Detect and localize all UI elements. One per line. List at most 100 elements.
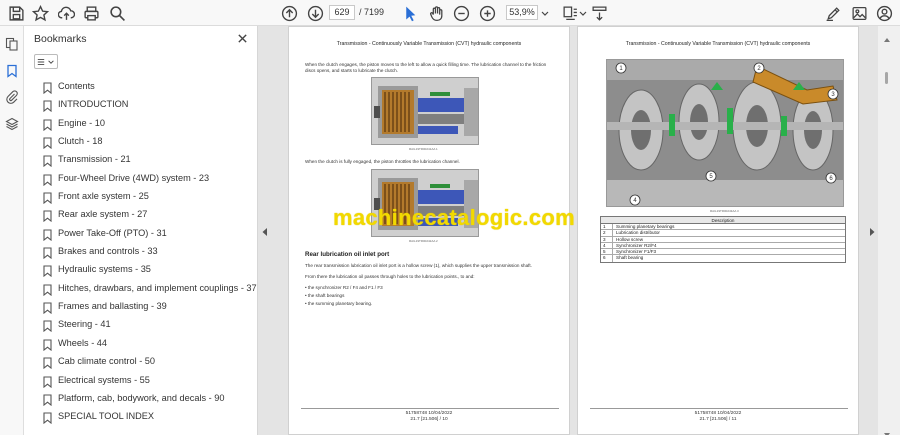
zoom-level-input[interactable]: 53,9% bbox=[506, 5, 538, 20]
bookmark-item[interactable]: Hitches, drawbars, and implement couplin… bbox=[24, 280, 258, 298]
bookmark-label: Wheels - 44 bbox=[58, 337, 108, 348]
bookmark-item[interactable]: Hydraulic systems - 35 bbox=[24, 261, 258, 279]
bookmark-item[interactable]: Power Take-Off (PTO) - 31 bbox=[24, 225, 258, 243]
bookmarks-panel: Bookmarks Contents INTRODUCTION Engine - 1… bbox=[24, 26, 258, 435]
scrollbar-thumb[interactable] bbox=[885, 72, 888, 84]
bookmark-ribbon-icon bbox=[43, 411, 52, 425]
legend-description: Summing planetary bearings bbox=[616, 224, 675, 229]
paragraph: When the clutch engages, the piston move… bbox=[305, 62, 547, 73]
page-thumbnails-icon[interactable] bbox=[4, 36, 20, 52]
main-toolbar: 629 / 7199 53,9% bbox=[0, 0, 900, 26]
previous-page-icon[interactable] bbox=[279, 3, 299, 23]
watermark-text: machinecatalogic.com bbox=[333, 205, 575, 230]
attachments-paperclip-icon[interactable] bbox=[4, 89, 20, 105]
hand-tool-icon[interactable] bbox=[426, 3, 446, 23]
vertical-scrollbar[interactable] bbox=[878, 26, 900, 435]
scroll-up-arrow-icon[interactable] bbox=[883, 30, 891, 42]
legend-description: Hollow screw bbox=[616, 236, 644, 242]
upload-cloud-icon[interactable] bbox=[56, 3, 76, 23]
bookmark-ribbon-icon bbox=[43, 283, 52, 296]
zoom-out-icon[interactable] bbox=[451, 3, 471, 23]
bookmark-label: Steering - 41 bbox=[58, 319, 111, 330]
bookmark-label: Clutch - 18 bbox=[58, 136, 103, 147]
bookmark-label: Cab climate control - 50 bbox=[58, 356, 156, 367]
account-icon[interactable] bbox=[874, 3, 894, 23]
bullet-item: • the synchronizer R2 / F4 and F1 / F3 bbox=[305, 285, 383, 290]
bookmark-label: Brakes and controls - 33 bbox=[58, 246, 158, 257]
legend-table: Description 1 Summing planetary bearings 2… bbox=[600, 216, 846, 263]
chevron-down-icon bbox=[48, 59, 54, 64]
scroll-down-arrow-icon[interactable] bbox=[883, 425, 891, 435]
pdf-viewer-window: 629 / 7199 53,9% Bookmarks Contents INTR… bbox=[0, 0, 900, 435]
search-icon[interactable] bbox=[107, 3, 127, 23]
bookmark-item[interactable]: Engine - 10 bbox=[24, 115, 258, 133]
bookmark-item[interactable]: Wheels - 44 bbox=[24, 335, 258, 353]
bookmark-item[interactable]: Clutch - 18 bbox=[24, 133, 258, 151]
zoom-dropdown-chevron-icon[interactable] bbox=[540, 3, 550, 23]
bookmark-item[interactable]: Rear axle system - 27 bbox=[24, 206, 258, 224]
bookmark-item[interactable]: Brakes and controls - 33 bbox=[24, 243, 258, 261]
footer-divider bbox=[590, 408, 848, 409]
bookmark-star-icon[interactable] bbox=[30, 3, 50, 23]
fit-page-icon[interactable] bbox=[560, 3, 580, 23]
footer-page-number: 21.7 [21.506] / 11 bbox=[699, 417, 737, 422]
page-left-arrow-icon[interactable] bbox=[261, 224, 269, 236]
figure-code-label: RAIL19TR00243AA 3 bbox=[710, 209, 739, 213]
bookmark-options-button[interactable] bbox=[34, 54, 58, 69]
navigation-rail bbox=[0, 26, 24, 435]
page-number-input[interactable]: 629 bbox=[329, 5, 355, 20]
bookmark-ribbon-icon bbox=[43, 375, 52, 388]
bookmark-item[interactable]: Frames and ballasting - 39 bbox=[24, 298, 258, 316]
bookmark-ribbon-icon bbox=[43, 246, 52, 260]
bookmark-ribbon-icon bbox=[43, 319, 52, 333]
page-right-arrow-icon[interactable] bbox=[868, 224, 876, 236]
bookmark-label: SPECIAL TOOL INDEX bbox=[58, 411, 154, 422]
footer-page-number: 21.7 [21.506] / 10 bbox=[410, 417, 448, 422]
legend-number: 2 bbox=[601, 230, 613, 236]
next-page-icon[interactable] bbox=[305, 3, 325, 23]
save-icon[interactable] bbox=[6, 3, 26, 23]
bookmark-label: Frames and ballasting - 39 bbox=[58, 301, 167, 312]
figure-code-label: RAIL19TR00242AA 2 bbox=[409, 239, 438, 243]
bookmark-item[interactable]: Transmission - 21 bbox=[24, 151, 258, 169]
bullet-item: • the summing planetary bearing. bbox=[305, 301, 373, 306]
sign-pen-icon[interactable] bbox=[823, 3, 843, 23]
bookmark-label: Contents bbox=[58, 81, 95, 91]
fit-dropdown-chevron-icon[interactable] bbox=[578, 3, 588, 23]
bookmark-item[interactable]: Four-Wheel Drive (4WD) system - 23 bbox=[24, 170, 258, 188]
print-icon[interactable] bbox=[81, 3, 101, 23]
zoom-in-icon[interactable] bbox=[477, 3, 497, 23]
bookmark-ribbon-icon bbox=[43, 99, 52, 113]
select-cursor-icon[interactable] bbox=[400, 3, 420, 23]
layers-icon[interactable] bbox=[4, 116, 20, 132]
bookmark-item[interactable]: Front axle system - 25 bbox=[24, 188, 258, 206]
panel-title: Bookmarks bbox=[34, 33, 87, 45]
bookmark-label: Transmission - 21 bbox=[58, 154, 131, 165]
legend-number: 5 bbox=[601, 249, 613, 255]
bookmark-item[interactable]: Steering - 41 bbox=[24, 316, 258, 334]
transmission-cutaway-figure: 1 2 3 4 5 6 bbox=[606, 59, 844, 207]
bookmark-ribbon-icon bbox=[43, 228, 52, 241]
bookmark-label: Hitches, drawbars, and implement couplin… bbox=[58, 282, 257, 293]
bookmark-label: Platform, cab, bodywork, and decals - 90 bbox=[58, 392, 225, 403]
bookmark-item[interactable]: Contents bbox=[24, 78, 258, 96]
bookmark-item[interactable]: SPECIAL TOOL INDEX bbox=[24, 408, 258, 426]
bookmark-item[interactable]: INTRODUCTION bbox=[24, 96, 258, 114]
legend-description: Shaft bearing bbox=[616, 255, 644, 261]
bookmarks-icon[interactable] bbox=[4, 63, 20, 79]
bookmark-label: Engine - 10 bbox=[58, 117, 105, 128]
bookmark-item[interactable]: Cab climate control - 50 bbox=[24, 353, 258, 371]
bookmark-ribbon-icon bbox=[43, 81, 52, 95]
bookmark-item[interactable]: Electrical systems - 55 bbox=[24, 372, 258, 390]
bookmark-ribbon-icon bbox=[43, 338, 52, 351]
page-total-label: / 7199 bbox=[359, 7, 385, 17]
legend-header: Description bbox=[601, 217, 845, 224]
bookmark-label: Four-Wheel Drive (4WD) system - 23 bbox=[58, 172, 210, 183]
bookmark-label: Power Take-Off (PTO) - 31 bbox=[58, 227, 167, 238]
image-export-icon[interactable] bbox=[849, 3, 869, 23]
bookmark-label: Rear axle system - 27 bbox=[58, 209, 148, 220]
bookmark-item[interactable]: Platform, cab, bodywork, and decals - 90 bbox=[24, 390, 258, 408]
close-panel-icon[interactable] bbox=[235, 31, 249, 45]
scroll-mode-icon[interactable] bbox=[589, 3, 609, 23]
list-options-icon bbox=[37, 58, 45, 65]
